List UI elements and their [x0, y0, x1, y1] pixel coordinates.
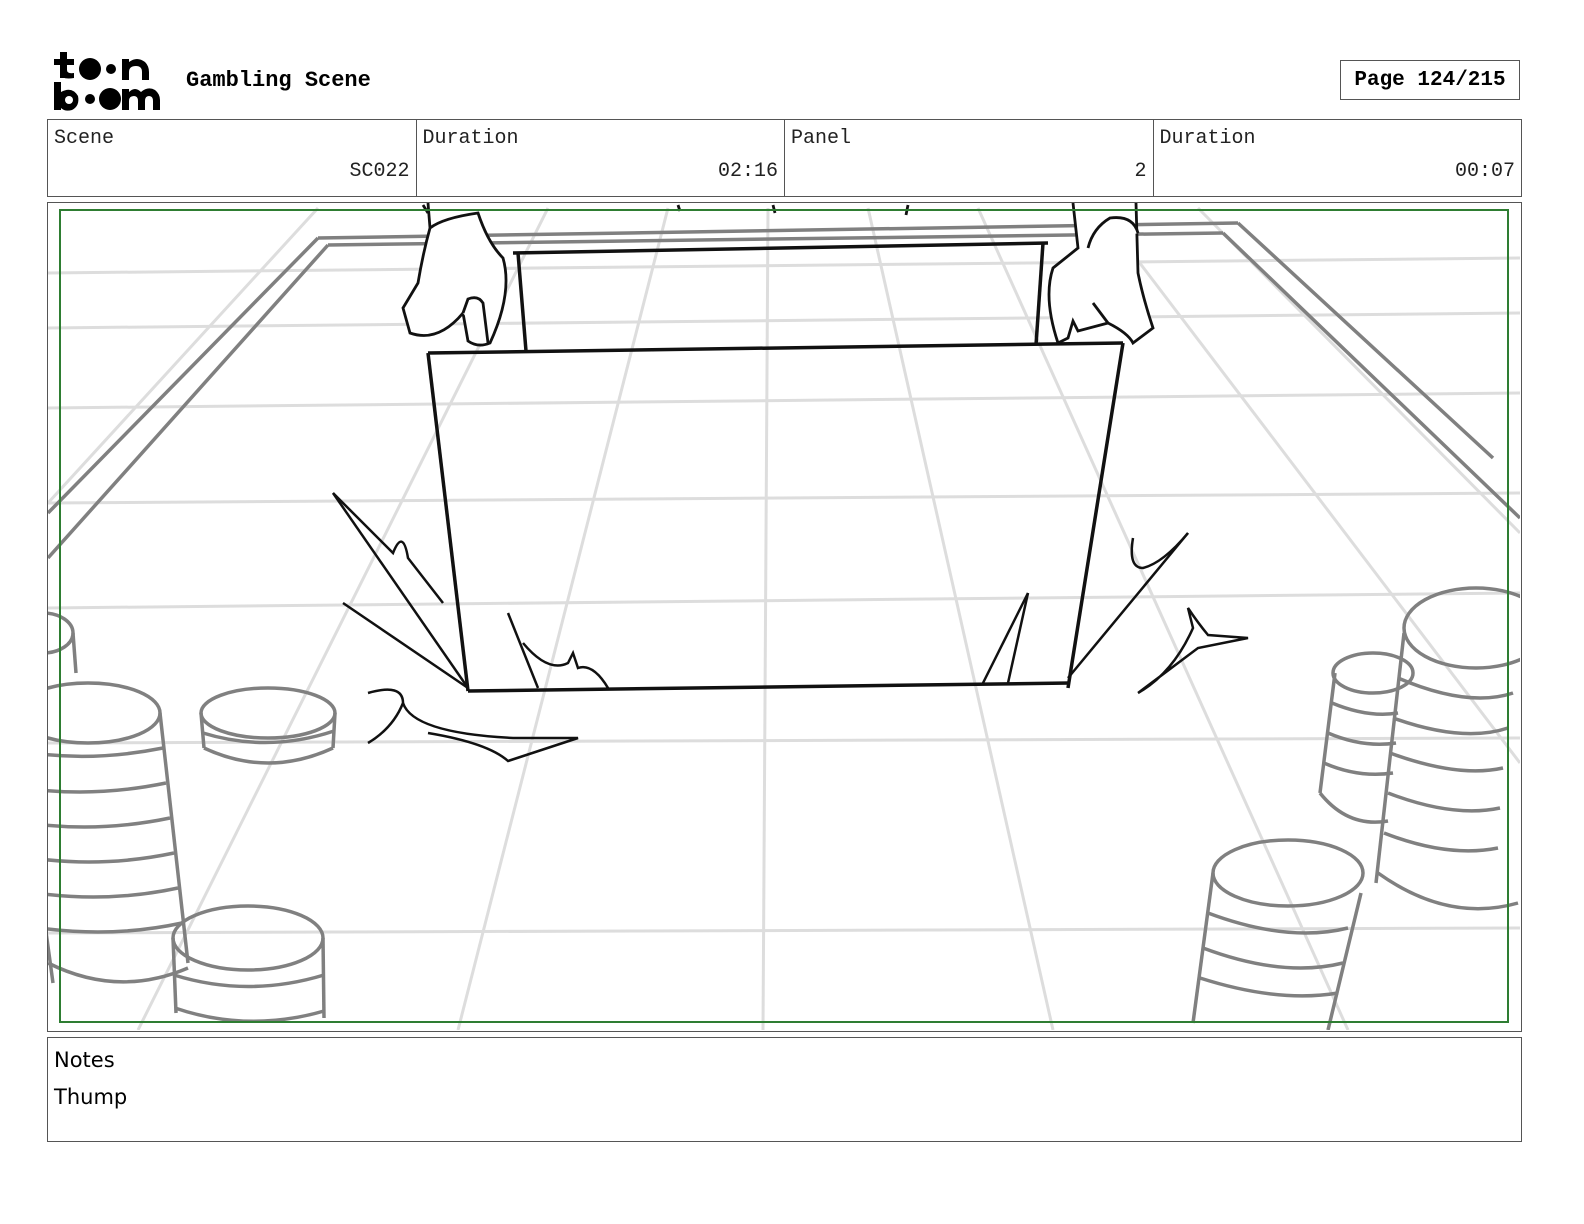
card-box	[426, 241, 1125, 693]
scene-title: Gambling Scene	[186, 68, 371, 93]
chip-stacks-right	[1191, 586, 1520, 1030]
notes-text: Thump	[54, 1085, 128, 1109]
panel-duration-value: 00:07	[1454, 160, 1515, 183]
panel-duration-label: Duration	[1159, 127, 1256, 150]
scene-cell: Scene SC022	[48, 120, 417, 196]
table-rail	[48, 221, 1520, 560]
notes-box: Notes Thump	[47, 1037, 1522, 1142]
scene-duration-cell: Duration 02:16	[417, 120, 785, 196]
scene-label: Scene	[54, 127, 115, 150]
panel-label: Panel	[791, 127, 852, 150]
scene-value: SC022	[349, 160, 410, 183]
page-indicator: Page 124/215	[1340, 60, 1520, 100]
scene-duration-value: 02:16	[717, 160, 778, 183]
chip-stacks-left	[48, 611, 337, 1024]
impact-lines	[331, 492, 1249, 763]
notes-label: Notes	[54, 1048, 115, 1072]
panel-value: 2	[1134, 160, 1147, 183]
toon-boom-logo	[52, 50, 164, 112]
panel-cell: Panel 2	[785, 120, 1154, 196]
panel-drawing	[48, 203, 1520, 1030]
panel-duration-cell: Duration 00:07	[1154, 120, 1522, 196]
scene-info-bar: Scene SC022 Duration 02:16 Panel 2 Durat…	[47, 119, 1522, 197]
storyboard-panel	[47, 202, 1522, 1032]
scene-duration-label: Duration	[422, 127, 519, 150]
